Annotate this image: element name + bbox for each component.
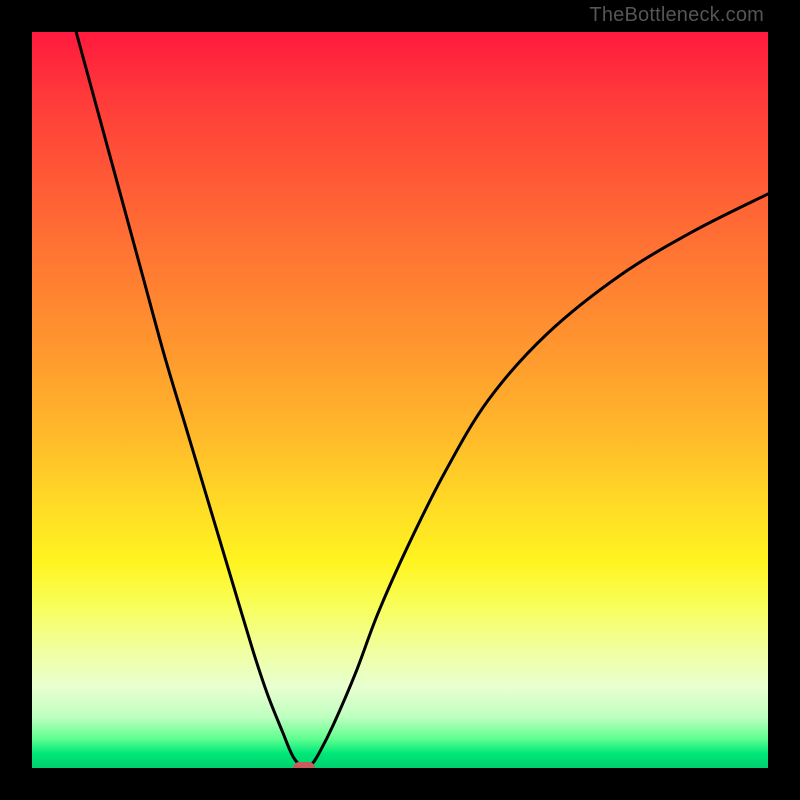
bottleneck-curve [76,32,768,768]
curve-svg [32,32,768,768]
optimal-point-marker [293,762,315,768]
chart-frame: TheBottleneck.com [0,0,800,800]
plot-area [32,32,768,768]
watermark-text: TheBottleneck.com [589,4,764,27]
